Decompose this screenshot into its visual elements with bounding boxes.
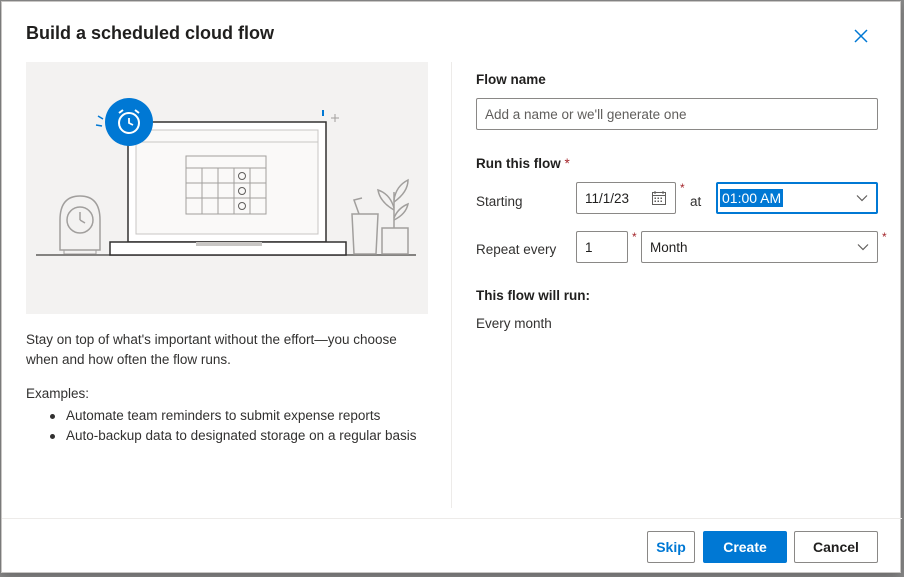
- start-time-value: 01:00 AM: [720, 189, 784, 207]
- laptop-icon: [109, 121, 347, 256]
- start-time-select[interactable]: 01:00 AM: [716, 182, 878, 214]
- examples-title: Examples:: [26, 386, 90, 401]
- flow-name-label: Flow name: [476, 72, 546, 87]
- summary-value: Every month: [476, 316, 552, 331]
- summary-label: This flow will run:: [476, 288, 590, 303]
- repeat-unit-value: Month: [650, 239, 688, 255]
- create-button[interactable]: Create: [703, 531, 787, 563]
- required-mark: *: [564, 156, 570, 171]
- cancel-button[interactable]: Cancel: [794, 531, 878, 563]
- repeat-interval-input[interactable]: 1: [576, 231, 628, 263]
- starting-label: Starting: [476, 194, 523, 209]
- examples-list: Automate team reminders to submit expens…: [48, 406, 418, 446]
- desk-clock-icon: [59, 195, 101, 255]
- run-this-flow-label: Run this flow *: [476, 156, 570, 171]
- repeat-unit-select[interactable]: Month: [641, 231, 878, 263]
- start-date-picker[interactable]: 11/1/23: [576, 182, 676, 214]
- close-button[interactable]: [849, 24, 873, 48]
- vertical-divider: [451, 62, 452, 508]
- required-mark: *: [632, 230, 637, 244]
- skip-button[interactable]: Skip: [647, 531, 695, 563]
- chevron-down-icon: [856, 195, 868, 202]
- repeat-every-label: Repeat every: [476, 242, 557, 257]
- close-icon: [854, 29, 868, 43]
- alarm-clock-icon: [95, 98, 153, 146]
- illustration: [26, 62, 428, 314]
- flow-name-input[interactable]: [476, 98, 878, 130]
- list-item: Automate team reminders to submit expens…: [48, 406, 418, 426]
- start-date-value: 11/1/23: [585, 190, 630, 206]
- required-mark: *: [882, 230, 887, 244]
- chevron-down-icon: [857, 244, 869, 251]
- calendar-icon[interactable]: [651, 190, 667, 206]
- dialog-title: Build a scheduled cloud flow: [26, 23, 275, 43]
- plant-icon: [351, 178, 410, 255]
- required-mark: *: [680, 181, 685, 195]
- scheduled-flow-dialog: Build a scheduled cloud flow Stay on top…: [1, 1, 902, 573]
- at-label: at: [690, 194, 702, 209]
- repeat-interval-value: 1: [585, 239, 593, 255]
- footer-divider: [2, 518, 902, 519]
- description-text: Stay on top of what's important without …: [26, 332, 397, 367]
- list-item: Auto-backup data to designated storage o…: [48, 426, 418, 446]
- laptop-calendar-illustration: [36, 98, 416, 256]
